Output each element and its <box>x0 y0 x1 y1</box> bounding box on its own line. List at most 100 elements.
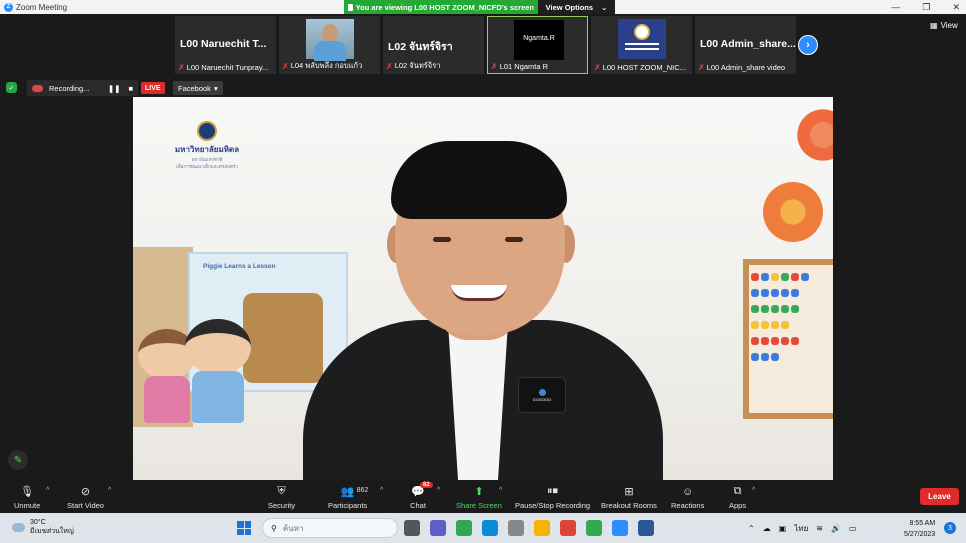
temperature: 30°C <box>30 519 46 526</box>
pause-stop-recording-button[interactable]: ⏸⏹ Pause/Stop Recording <box>515 482 590 512</box>
view-button[interactable]: ▦ View <box>930 21 958 30</box>
apps-label: Apps <box>729 501 747 510</box>
recording-indicator: Recording... ❚❚ ■ <box>27 80 138 96</box>
search-input[interactable] <box>282 523 353 533</box>
livestream-platform-dropdown[interactable]: Facebook ▾ <box>173 81 223 95</box>
onedrive-icon[interactable]: ☁ <box>763 524 771 533</box>
tile-caption-text: L02 จันทร์จิรา <box>394 61 441 70</box>
chrome-icon[interactable] <box>560 520 576 536</box>
mic-muted-icon: ✗ <box>698 63 705 72</box>
battery-icon[interactable]: ▭ <box>849 524 857 533</box>
share-screen-icon: ⬆ <box>474 486 484 498</box>
language-indicator[interactable]: ไทย <box>794 522 808 535</box>
participant-video-off: Ngamta.R <box>514 20 564 60</box>
security-button[interactable]: ⛨ Security <box>268 482 295 512</box>
store-icon[interactable] <box>508 520 524 536</box>
pause-stop-label: Pause/Stop Recording <box>515 501 591 510</box>
leave-button[interactable]: Leave <box>920 488 959 505</box>
start-video-button[interactable]: ⊘ Start Video <box>67 482 104 512</box>
chrome-profile-icon[interactable] <box>586 520 602 536</box>
platform-label: Facebook <box>178 83 211 93</box>
annotate-pen-icon[interactable]: ✎ <box>8 450 28 470</box>
next-page-button[interactable]: › <box>798 35 818 55</box>
weather-description: มีเมฆส่วนใหญ่ <box>30 528 74 535</box>
apps-caret[interactable]: ^ <box>752 487 755 494</box>
reactions-button[interactable]: ☺ Reactions <box>671 482 704 512</box>
mic-brand: GOGOGO <box>532 396 552 402</box>
system-clock[interactable]: 8:55 AM 5/27/2023 <box>904 518 935 540</box>
cloudy-weather-icon <box>12 522 25 532</box>
tray-overflow-icon[interactable]: ⌃ <box>748 524 755 533</box>
participants-label: Participants <box>328 501 368 510</box>
participants-caret[interactable]: ^ <box>380 487 383 494</box>
pause-recording-icon[interactable]: ❚❚ <box>108 84 121 93</box>
tile-caption: ✗ L01 Ngamta R <box>491 62 548 71</box>
taskbar-search[interactable]: ⚲ <box>262 518 398 538</box>
participant-tile[interactable]: L00 Naruechit T... ✗ L00 Naruechit Tunpra… <box>175 16 276 74</box>
line-icon[interactable] <box>456 520 472 536</box>
live-badge: LIVE <box>141 82 165 94</box>
participant-tile[interactable]: L02 จันทร์จิรา ✗ L02 จันทร์จิรา <box>383 16 484 74</box>
windows-start-icon[interactable] <box>237 521 251 535</box>
video-off-icon: ⊘ <box>80 486 91 498</box>
notification-badge[interactable]: 3 <box>944 522 956 534</box>
reactions-icon: ☺ <box>682 485 694 498</box>
view-label: View <box>940 21 958 30</box>
host-logo <box>618 19 666 59</box>
tile-caption: ✗ L00 Admin_share video <box>698 63 785 72</box>
clock-date: 5/27/2023 <box>904 531 936 538</box>
window-title: Zoom Meeting <box>16 2 68 12</box>
university-seal-icon <box>197 121 217 141</box>
screen-share-icon <box>348 3 353 11</box>
view-options-button[interactable]: View Options ⌄ <box>538 0 615 14</box>
wifi-icon[interactable]: ≋ <box>816 524 823 533</box>
tray-app-icon[interactable]: ▣ <box>779 524 787 533</box>
grid-icon: ▦ <box>930 21 938 30</box>
chat-caret[interactable]: ^ <box>437 487 440 494</box>
participant-tile[interactable]: L00 Admin_share... ✗ L00 Admin_share vide… <box>695 16 796 74</box>
shared-screen-video: มหาวิทยาลัยมหิดล สถาบันแห่งชาติ เพื่อการ… <box>133 97 833 480</box>
abacus <box>743 259 833 419</box>
participant-tile[interactable]: ✗ L04 พลับพลึง กอบแก้ว <box>279 16 380 74</box>
tile-name: L00 Naruechit T... <box>180 38 267 50</box>
cloud-recording-icon <box>32 84 43 92</box>
share-screen-label: Share Screen <box>456 501 502 510</box>
chat-label: Chat <box>410 501 426 510</box>
mic-muted-icon: 🎙 <box>20 486 35 498</box>
breakout-rooms-button[interactable]: ⊞ Breakout Rooms <box>601 482 657 512</box>
participant-tile-active[interactable]: Ngamta.R ✗ L01 Ngamta R <box>487 16 588 74</box>
brand-subtitle: เพื่อการพัฒนาเด็กและครอบครัว <box>176 164 238 169</box>
unmute-label: Unmute <box>14 501 41 510</box>
encryption-shield-icon[interactable]: ✓ <box>6 82 17 93</box>
mic-muted-icon: ✗ <box>594 63 601 72</box>
tile-caption-text: L04 พลับพลึง กอบแก้ว <box>290 61 363 70</box>
apps-icon: ⧉ <box>733 485 742 497</box>
word-icon[interactable] <box>638 520 654 536</box>
teams-icon[interactable] <box>430 520 446 536</box>
share-screen-button[interactable]: ⬆ Share Screen <box>456 482 502 512</box>
maximize-icon[interactable]: ❐ <box>922 2 930 13</box>
video-options-caret[interactable]: ^ <box>108 487 111 494</box>
participants-count: 862 <box>356 487 369 494</box>
stop-recording-icon[interactable]: ■ <box>128 84 133 93</box>
participant-tile[interactable]: ✗ L00 HOST ZOOM_NIC... <box>591 16 692 74</box>
weather-widget[interactable]: 30°C มีเมฆส่วนใหญ่ <box>12 518 74 536</box>
zoom-taskbar-icon[interactable] <box>612 520 628 536</box>
presenter-hair <box>391 141 567 219</box>
edge-icon[interactable] <box>482 520 498 536</box>
share-options-caret[interactable]: ^ <box>499 487 502 494</box>
apps-button[interactable]: ⧉ Apps <box>729 482 746 512</box>
close-icon[interactable]: ✕ <box>952 2 960 13</box>
participants-button[interactable]: 👥 862 Participants <box>328 482 369 512</box>
chat-button[interactable]: 💬 82 Chat <box>410 482 433 512</box>
volume-icon[interactable]: 🔊 <box>831 524 841 533</box>
minimize-icon[interactable]: — <box>891 2 900 12</box>
task-view-icon[interactable] <box>404 520 420 536</box>
presenter: GOGOGO <box>303 141 663 480</box>
file-explorer-icon[interactable] <box>534 520 550 536</box>
doll <box>185 319 251 427</box>
unmute-button[interactable]: 🎙 Unmute <box>14 482 40 512</box>
tile-name: L00 Admin_share... <box>700 38 796 50</box>
pause-stop-icon: ⏸⏹ <box>547 485 559 497</box>
audio-options-caret[interactable]: ^ <box>46 487 49 494</box>
